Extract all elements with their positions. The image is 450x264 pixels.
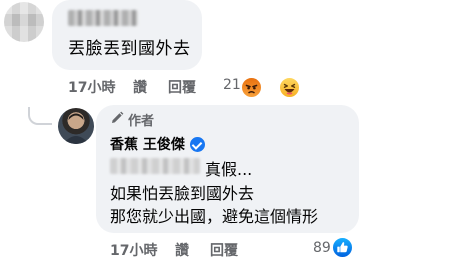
reply-timestamp[interactable]: 17小時	[110, 240, 157, 260]
author-badge: 作者	[110, 110, 154, 129]
reply-text-line: 那您就少出國，避免這個情形	[110, 207, 319, 226]
like-button[interactable]: 讚	[133, 77, 147, 97]
author-avatar[interactable]	[58, 108, 94, 144]
reaction-count[interactable]: 89	[313, 240, 331, 256]
reply-text-line: 真假...	[205, 160, 253, 179]
mention-redacted[interactable]	[110, 158, 200, 174]
verified-badge-icon	[189, 136, 205, 152]
author-name[interactable]: 香蕉 王俊傑	[110, 134, 185, 154]
like-button[interactable]: 讚	[175, 240, 189, 260]
haha-icon[interactable]	[278, 76, 301, 99]
author-badge-label: 作者	[128, 114, 155, 129]
commenter-avatar[interactable]	[4, 2, 44, 42]
like-icon[interactable]	[331, 236, 354, 259]
author-name-row: 香蕉 王俊傑	[110, 134, 205, 154]
thread-connector	[28, 107, 52, 125]
reaction-count[interactable]: 21	[223, 77, 241, 93]
angry-icon[interactable]	[240, 76, 263, 99]
reply-text-line: 如果怕丟臉到國外去	[110, 184, 255, 203]
comment-text: 丟臉丟到國外去	[68, 39, 191, 59]
comment-timestamp[interactable]: 17小時	[68, 77, 115, 97]
reply-button[interactable]: 回覆	[168, 77, 196, 97]
reply-button[interactable]: 回覆	[210, 240, 238, 260]
commenter-name-redacted[interactable]	[68, 10, 138, 26]
pencil-icon	[110, 110, 124, 129]
